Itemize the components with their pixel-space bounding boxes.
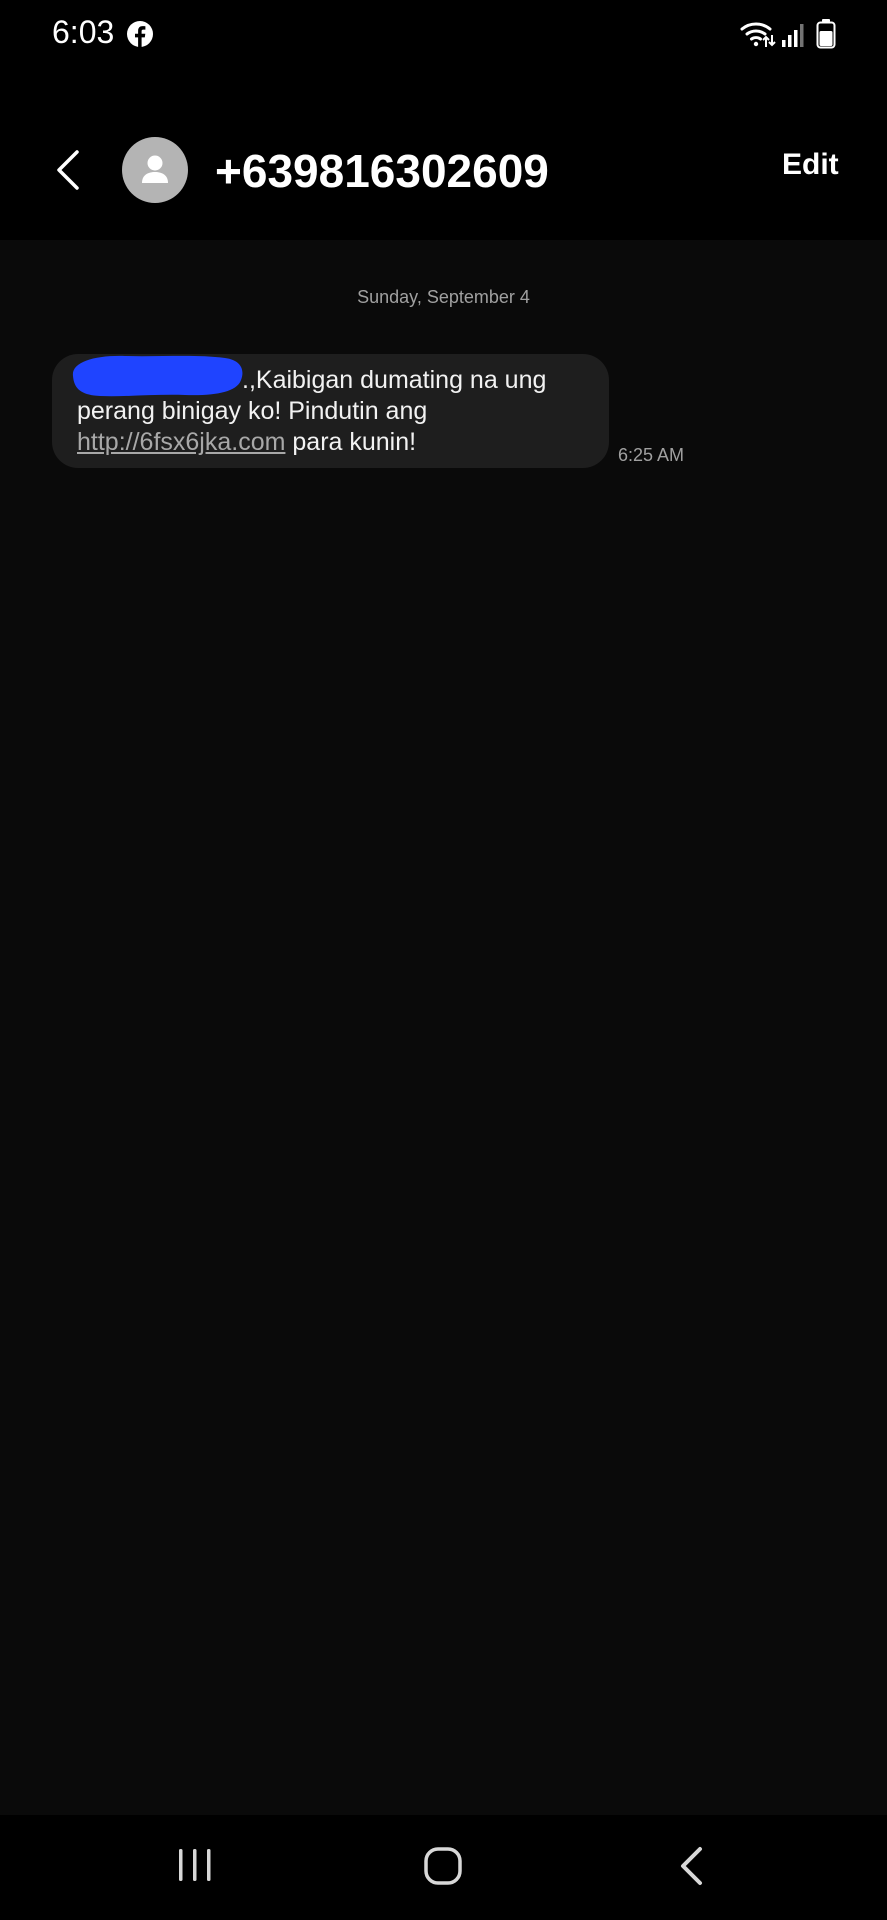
back-arrow-icon <box>57 150 79 190</box>
battery-icon <box>816 19 836 49</box>
edit-button[interactable]: Edit <box>782 148 839 182</box>
message-link[interactable]: http://6fsx6jka.com <box>77 428 285 456</box>
status-bar: 6:03 <box>0 0 887 68</box>
conversation-header: +639816302609 Edit <box>0 68 887 240</box>
wifi-icon <box>740 22 776 47</box>
contact-number[interactable]: +639816302609 <box>215 144 549 198</box>
message-thread[interactable]: Sunday, September 4 .,Kaibigan dumating … <box>0 240 887 1815</box>
recent-apps-icon[interactable] <box>176 1847 214 1883</box>
avatar[interactable] <box>122 137 188 203</box>
signal-icon <box>782 24 804 47</box>
back-icon[interactable] <box>676 1845 706 1887</box>
navigation-bar <box>0 1815 887 1920</box>
message-time: 6:25 AM <box>618 445 685 465</box>
message-bubble[interactable]: .,Kaibigan dumating na ung perang biniga… <box>52 354 609 468</box>
status-time: 6:03 <box>52 14 115 50</box>
messages-screen: 6:03 +639816302609 Edit Sunday, Septembe… <box>0 0 887 1920</box>
contact-avatar-icon <box>142 155 168 183</box>
date-divider: Sunday, September 4 <box>357 287 530 307</box>
redaction-mark <box>72 355 243 397</box>
message-text-after-link: para kunin! <box>285 428 417 456</box>
home-icon[interactable] <box>423 1846 463 1886</box>
facebook-icon <box>127 21 153 47</box>
back-button[interactable] <box>46 142 90 198</box>
